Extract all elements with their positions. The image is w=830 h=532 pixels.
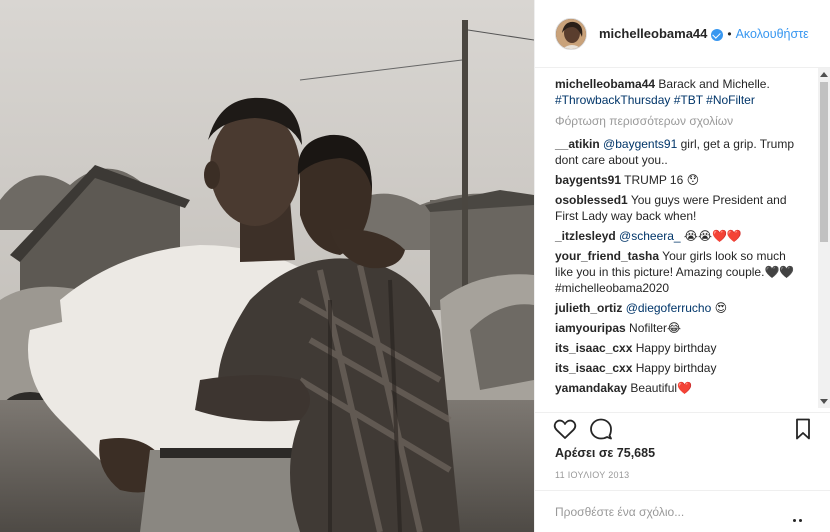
comment-username[interactable]: julieth_ortiz	[555, 301, 622, 315]
comment-username[interactable]: iamyouripas	[555, 321, 626, 335]
post-header: michelleobama44 • Ακολουθήστε	[535, 0, 830, 68]
photo-illustration	[0, 0, 534, 532]
scroll-down-arrow-icon[interactable]	[820, 399, 828, 404]
heart-icon[interactable]	[553, 417, 577, 441]
comment-item: iamyouripas Nofilter😂	[555, 320, 803, 336]
comment-username[interactable]: baygents91	[555, 173, 621, 187]
comment-text: Happy birthday	[635, 361, 717, 375]
comment-item: __atikin @baygents91 girl, get a grip. T…	[555, 136, 803, 168]
header-username[interactable]: michelleobama44	[599, 26, 707, 41]
post-actions-bar	[535, 412, 830, 442]
post-photo[interactable]	[0, 0, 534, 532]
instagram-post-view: michelleobama44 • Ακολουθήστε michelleob…	[0, 0, 830, 532]
comment-mention[interactable]: @diegoferrucho	[626, 301, 712, 315]
comment-text: Happy birthday	[635, 341, 717, 355]
comment-username[interactable]: osoblessed1	[555, 193, 628, 207]
add-comment-bar	[535, 490, 830, 532]
post-caption: michelleobama44 Barack and Michelle. #Th…	[555, 76, 803, 108]
comment-username[interactable]: _itzlesleyd	[555, 229, 616, 243]
avatar[interactable]	[555, 17, 587, 50]
header-separator: •	[727, 26, 732, 41]
comment-username[interactable]: its_isaac_cxx	[555, 341, 632, 355]
comment-item: osoblessed1 You guys were President and …	[555, 192, 803, 224]
post-sidebar: michelleobama44 • Ακολουθήστε michelleob…	[534, 0, 830, 532]
likes-count[interactable]: Αρέσει σε 75,685	[555, 446, 655, 460]
comment-icon[interactable]	[589, 417, 613, 441]
comment-username[interactable]: your_friend_tasha	[555, 249, 659, 263]
comment-item: _itzlesleyd @scheera_ 😭😭❤️❤️	[555, 228, 803, 244]
load-more-comments-button[interactable]: Φόρτωση περισσότερων σχολίων	[555, 114, 803, 128]
comment-username[interactable]: yamandakay	[555, 381, 627, 395]
comment-text: 😍	[711, 301, 728, 315]
caption-hashtags[interactable]: #ThrowbackThursday #TBT #NoFilter	[555, 93, 755, 107]
comments-list[interactable]: michelleobama44 Barack and Michelle. #Th…	[535, 76, 815, 412]
comment-item: your_friend_tasha Your girls look so muc…	[555, 248, 803, 296]
comment-item: its_isaac_cxx Happy birthday	[555, 360, 803, 376]
comment-text: 😭😭❤️❤️	[680, 229, 742, 243]
comment-mention[interactable]: @baygents91	[603, 137, 677, 151]
comment-text: TRUMP 16 😯	[624, 173, 700, 187]
caption-username[interactable]: michelleobama44	[555, 77, 655, 91]
post-date: 11 ΙΟΥΛΙΟΥ 2013	[555, 470, 630, 480]
caption-text: Barack and Michelle.	[658, 77, 770, 91]
comment-item: baygents91 TRUMP 16 😯	[555, 172, 803, 188]
avatar-image	[556, 18, 586, 49]
comment-username[interactable]: __atikin	[555, 137, 600, 151]
comment-item: julieth_ortiz @diegoferrucho 😍	[555, 300, 803, 316]
comment-item: its_isaac_cxx Happy birthday	[555, 340, 803, 356]
comment-mention[interactable]: @scheera_	[619, 229, 681, 243]
comment-text: Nofilter😂	[629, 321, 682, 335]
bookmark-icon[interactable]	[791, 417, 815, 441]
verified-badge-icon	[711, 28, 724, 41]
follow-button[interactable]: Ακολουθήστε	[736, 27, 809, 41]
add-comment-input[interactable]	[555, 505, 785, 519]
scroll-up-arrow-icon[interactable]	[820, 72, 828, 77]
comment-username[interactable]: its_isaac_cxx	[555, 361, 632, 375]
scrollbar-thumb[interactable]	[820, 82, 828, 242]
comment-text: Beautiful❤️	[630, 381, 693, 395]
more-options-icon[interactable]	[793, 511, 809, 522]
comment-item: yamandakay Beautiful❤️	[555, 380, 803, 396]
comments-scrollbar[interactable]	[818, 68, 830, 408]
